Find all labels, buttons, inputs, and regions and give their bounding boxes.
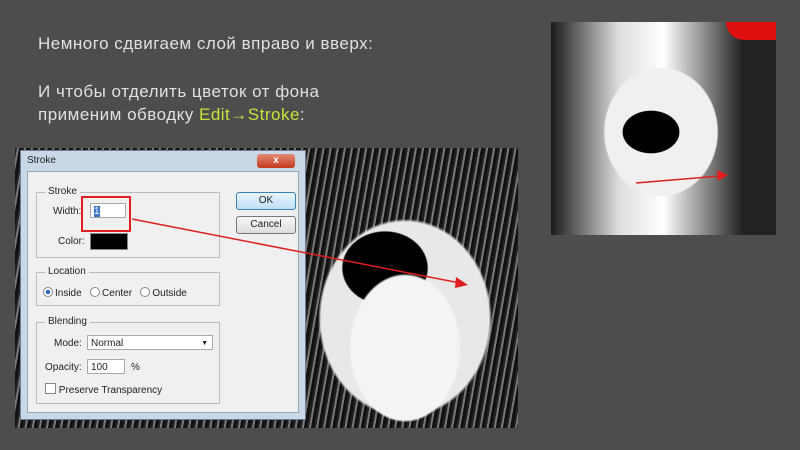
arrow-head-right bbox=[717, 170, 728, 181]
arrow-head-main bbox=[455, 277, 468, 288]
arrow-line-main bbox=[131, 218, 461, 284]
arrow-line-right bbox=[635, 175, 721, 184]
arrows-overlay bbox=[131, 170, 728, 288]
